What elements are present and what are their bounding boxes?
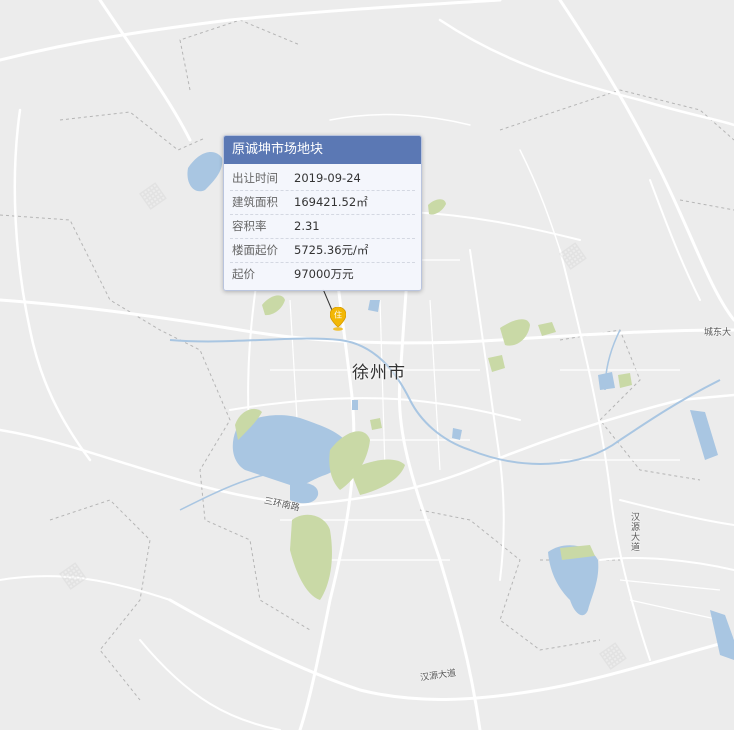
- land-info-popup: 原诚坤市场地块 出让时间 2019-09-24 建筑面积 169421.52㎡ …: [223, 135, 422, 291]
- map-canvas[interactable]: ▦ ▦ ▦ ▦ 三环南路 城东大 汉源大道 汉源大道 徐州市 住 原诚坤市场地块…: [0, 0, 734, 730]
- popup-row-value: 97000万元: [294, 267, 354, 281]
- road-label-chengdong: 城东大: [704, 328, 732, 338]
- popup-title: 原诚坤市场地块: [224, 136, 421, 164]
- popup-row-plot-ratio: 容积率 2.31: [230, 215, 415, 239]
- popup-row-label: 楼面起价: [232, 243, 278, 257]
- popup-row-label: 建筑面积: [232, 195, 278, 209]
- road-label-hanyuan-vertical: 汉源大道: [629, 512, 639, 552]
- popup-row-label: 出让时间: [232, 171, 278, 185]
- popup-row-label: 容积率: [232, 219, 267, 233]
- city-label: 徐州市: [352, 363, 406, 383]
- popup-row-label: 起价: [232, 267, 255, 281]
- park-south: [290, 514, 332, 600]
- popup-row-value: 2019-09-24: [294, 171, 361, 185]
- popup-row-building-area: 建筑面积 169421.52㎡: [230, 191, 415, 215]
- popup-row-floor-price: 楼面起价 5725.36元/㎡: [230, 239, 415, 263]
- marker-glyph: 住: [334, 310, 342, 320]
- popup-row-starting-price: 起价 97000万元: [230, 263, 415, 286]
- popup-row-value: 5725.36元/㎡: [294, 243, 369, 257]
- residential-pin-icon[interactable]: 住: [329, 306, 347, 331]
- popup-row-value: 2.31: [294, 219, 320, 233]
- popup-body: 出让时间 2019-09-24 建筑面积 169421.52㎡ 容积率 2.31…: [224, 164, 421, 286]
- popup-row-value: 169421.52㎡: [294, 195, 368, 209]
- northern-pond: [187, 152, 223, 192]
- popup-row-transfer-date: 出让时间 2019-09-24: [230, 167, 415, 191]
